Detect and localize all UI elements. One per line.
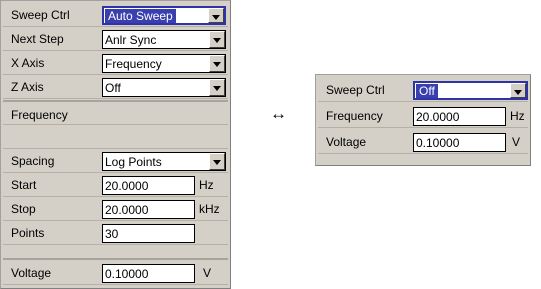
start-input[interactable]: 20.0000: [102, 176, 195, 195]
voltage-unit: V: [512, 135, 521, 149]
points-label: Points: [11, 226, 45, 240]
voltage-unit: V: [203, 266, 212, 280]
sweep-ctrl-row: Sweep Ctrl Auto Sweep: [3, 3, 228, 27]
points-value: 30: [105, 227, 119, 241]
start-value: 20.0000: [105, 179, 149, 193]
frequency-value: 20.0000: [416, 110, 460, 124]
start-unit: Hz: [199, 178, 214, 192]
sweep-ctrl-dropdown[interactable]: Off: [413, 81, 528, 100]
frequency-input[interactable]: 20.0000: [413, 107, 506, 126]
section-divider: [3, 258, 228, 260]
x-axis-dropdown[interactable]: Frequency: [102, 54, 226, 73]
sweep-ctrl-dropdown[interactable]: Auto Sweep: [102, 6, 226, 25]
stop-unit: kHz: [199, 202, 220, 216]
voltage-label: Voltage: [326, 135, 367, 149]
sweep-ctrl-row: Sweep Ctrl Off: [318, 78, 528, 102]
sweep-off-panel: Sweep Ctrl Off Frequency 20.0000 Hz Volt…: [315, 74, 531, 166]
start-row: Start 20.0000 Hz: [3, 173, 228, 197]
chevron-down-icon[interactable]: [208, 8, 224, 23]
sweep-ctrl-label: Sweep Ctrl: [11, 8, 70, 22]
frequency-unit: Hz: [510, 109, 525, 123]
stop-input[interactable]: 20.0000: [102, 200, 195, 219]
voltage-value: 0.10000: [416, 136, 460, 150]
frequency-header-label: Frequency: [11, 108, 68, 122]
sweep-ctrl-value: Auto Sweep: [105, 9, 176, 23]
x-axis-label: X Axis: [11, 56, 45, 70]
chevron-down-icon[interactable]: [209, 55, 225, 72]
voltage-value: 0.10000: [105, 267, 149, 281]
z-axis-dropdown[interactable]: Off: [102, 78, 226, 97]
next-step-value: Anlr Sync: [105, 33, 157, 47]
voltage-row: Voltage 0.10000 V: [318, 130, 528, 154]
x-axis-row: X Axis Frequency: [3, 51, 228, 75]
spacing-value: Log Points: [105, 155, 162, 169]
stop-row: Stop 20.0000 kHz: [3, 197, 228, 221]
stop-value: 20.0000: [105, 203, 149, 217]
x-axis-value: Frequency: [105, 57, 162, 71]
next-step-label: Next Step: [11, 32, 64, 46]
voltage-input[interactable]: 0.10000: [102, 264, 195, 283]
voltage-input[interactable]: 0.10000: [413, 133, 506, 152]
start-label: Start: [11, 178, 37, 192]
frequency-row: Frequency 20.0000 Hz: [318, 104, 528, 128]
spacing-dropdown[interactable]: Log Points: [102, 152, 226, 171]
chevron-down-icon[interactable]: [510, 83, 526, 98]
chevron-down-icon[interactable]: [209, 79, 225, 96]
chevron-down-icon[interactable]: [209, 31, 225, 48]
stop-label: Stop: [11, 202, 36, 216]
voltage-label: Voltage: [11, 266, 52, 280]
points-row: Points 30: [3, 221, 228, 245]
frequency-section-header: Frequency: [3, 102, 228, 125]
spacer-row: [3, 125, 228, 149]
voltage-row: Voltage 0.10000 V: [3, 261, 228, 285]
z-axis-label: Z Axis: [11, 80, 44, 94]
sweep-settings-panel: Sweep Ctrl Auto Sweep Next Step Anlr Syn…: [0, 0, 231, 289]
frequency-label: Frequency: [326, 109, 383, 123]
next-step-row: Next Step Anlr Sync: [3, 27, 228, 51]
z-axis-row: Z Axis Off: [3, 75, 228, 99]
spacing-row: Spacing Log Points: [3, 149, 228, 173]
swap-arrows-icon: ↔: [270, 104, 287, 123]
spacing-label: Spacing: [11, 154, 55, 168]
points-input[interactable]: 30: [102, 224, 195, 243]
chevron-down-icon[interactable]: [209, 153, 225, 170]
sweep-ctrl-value: Off: [416, 84, 438, 98]
next-step-dropdown[interactable]: Anlr Sync: [102, 30, 226, 49]
sweep-ctrl-label: Sweep Ctrl: [326, 83, 385, 97]
z-axis-value: Off: [105, 81, 121, 95]
